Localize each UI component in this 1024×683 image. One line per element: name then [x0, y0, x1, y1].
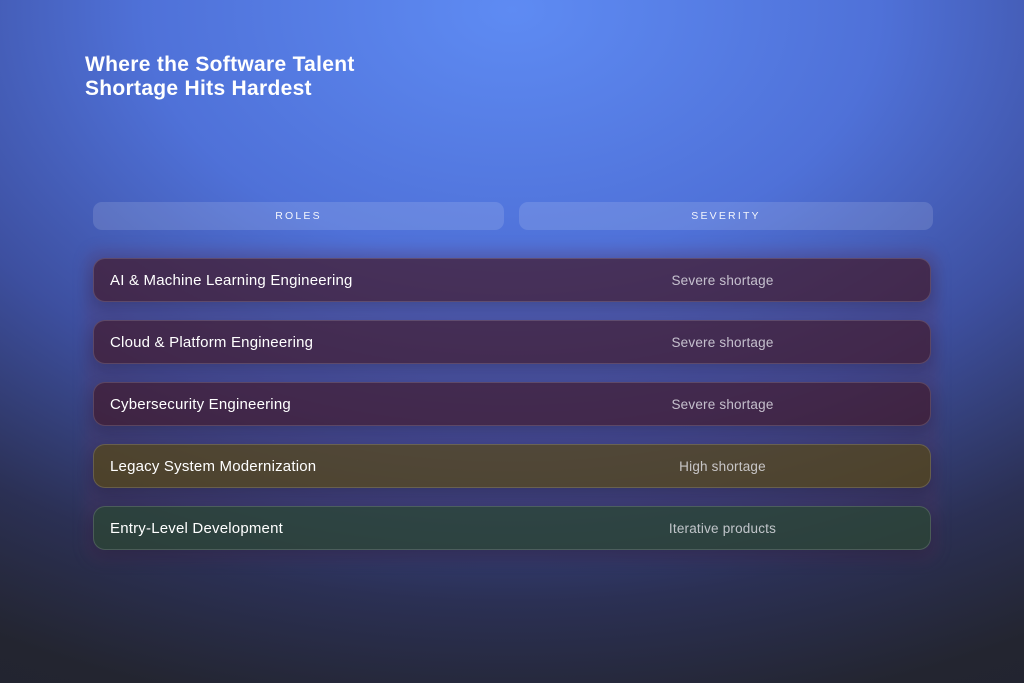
severity-label: Iterative products — [520, 521, 925, 536]
rows: AI & Machine Learning Engineering Severe… — [93, 258, 931, 568]
table-row: Entry-Level Development Iterative produc… — [93, 506, 931, 550]
severity-label: High shortage — [520, 459, 925, 474]
page-title: Where the Software Talent Shortage Hits … — [85, 53, 355, 101]
role-label: Cloud & Platform Engineering — [110, 334, 313, 351]
role-label: Legacy System Modernization — [110, 458, 316, 475]
page-title-line1: Where the Software Talent — [85, 53, 355, 77]
severity-label: Severe shortage — [520, 335, 925, 350]
infographic-background: Where the Software Talent Shortage Hits … — [0, 0, 1024, 683]
table-row: Cloud & Platform Engineering Severe shor… — [93, 320, 931, 364]
column-header-roles: ROLES — [93, 202, 504, 230]
table-row: AI & Machine Learning Engineering Severe… — [93, 258, 931, 302]
severity-label: Severe shortage — [520, 273, 925, 288]
page-title-line2: Shortage Hits Hardest — [85, 77, 355, 101]
column-headers: ROLES SEVERITY — [93, 202, 933, 230]
table-row: Cybersecurity Engineering Severe shortag… — [93, 382, 931, 426]
table-row: Legacy System Modernization High shortag… — [93, 444, 931, 488]
role-label: AI & Machine Learning Engineering — [110, 272, 353, 289]
column-header-severity: SEVERITY — [519, 202, 933, 230]
severity-label: Severe shortage — [520, 397, 925, 412]
role-label: Cybersecurity Engineering — [110, 396, 291, 413]
role-label: Entry-Level Development — [110, 520, 283, 537]
